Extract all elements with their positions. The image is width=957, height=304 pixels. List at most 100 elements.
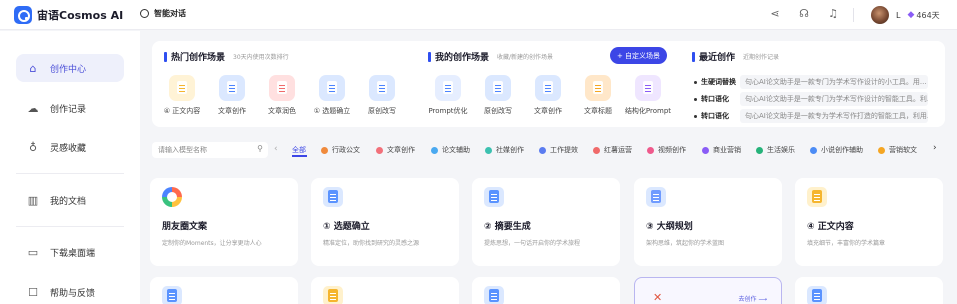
category-tab[interactable]: 社媒创作 [485, 145, 524, 155]
hot-item[interactable]: 文章创作 [206, 75, 258, 116]
go-create-link[interactable]: 去创作 ⟶ [738, 294, 767, 303]
search-icon: ⚲ [257, 144, 263, 153]
category-tab[interactable]: 论文辅助 [431, 145, 470, 155]
category-label: 生活娱乐 [767, 146, 795, 154]
category-tab[interactable]: 视频创作 [647, 145, 686, 155]
card-title: ③ 大纲规划 [646, 222, 693, 232]
credits-value: 464天 [916, 10, 940, 20]
category-dot-icon [321, 146, 328, 154]
card-title: ① 选题确立 [323, 222, 370, 232]
sidebar-item-label: 我的文档 [50, 196, 87, 207]
sidebar-item-label: 创作记录 [50, 104, 87, 115]
document-icon [484, 286, 504, 304]
scene-card[interactable] [150, 277, 298, 304]
hot-item[interactable]: 原创改写 [356, 75, 408, 116]
category-label: 行政公文 [332, 146, 360, 154]
sidebar-item-label: 下载桌面端 [50, 248, 96, 259]
sidebar-item-label: 灵感收藏 [50, 143, 87, 154]
sidebar-item-label: 创作中心 [50, 64, 87, 75]
card-desc: 填充细节，丰富你的学术篇章 [807, 240, 886, 247]
mine-item[interactable]: 文章创作 [522, 75, 574, 116]
scene-card[interactable] [311, 277, 459, 304]
category-all[interactable]: 全部 [292, 145, 306, 155]
divider [853, 8, 854, 22]
hot-title-text: 热门创作场景 [171, 53, 226, 63]
avatar[interactable] [871, 6, 889, 24]
card-desc: 架构思维，筑起你的学术蓝图 [646, 240, 725, 247]
headset-icon[interactable]: ☊ [798, 8, 810, 20]
sidebar-item-help[interactable]: ☐ 帮助与反馈 [16, 278, 124, 304]
category-dot-icon [431, 146, 438, 154]
credits-badge[interactable]: ◆ 464天 [907, 10, 939, 21]
hot-subtitle: 30天内使用次数排行 [233, 54, 289, 61]
hot-item-label: ① 选题确立 [313, 107, 351, 115]
cloud-icon: ☁ [27, 101, 39, 115]
category-dot-icon [539, 146, 546, 154]
hot-item[interactable]: ④ 正文内容 [156, 75, 208, 116]
share-icon[interactable]: ⋖ [769, 8, 781, 20]
scene-card[interactable] [795, 277, 943, 304]
scene-card[interactable] [472, 277, 620, 304]
mine-item-label: 文章创作 [534, 107, 562, 115]
category-tab[interactable]: 营销软文 [878, 145, 917, 155]
category-dot-icon [756, 146, 763, 154]
hot-item-label: 原创改写 [368, 107, 396, 115]
book-icon: ▥ [27, 193, 39, 207]
logo-icon [14, 6, 32, 24]
sidebar-item-documents[interactable]: ▥ 我的文档 [16, 186, 124, 214]
scene-card-hover[interactable]: ✕ 去创作 ⟶ [634, 277, 782, 304]
scene-card[interactable]: ② 摘要生成 提炼思想，一句话开启你的学术旅程 [472, 178, 620, 266]
home-icon: ⌂ [29, 61, 37, 75]
hot-item[interactable]: ① 选题确立 [306, 75, 358, 116]
recent-item[interactable]: 生硬词替换 句心AI论文助手是一款专门为学术写作设计的小工具。用... [694, 75, 928, 89]
category-tab[interactable]: 小说创作辅助 [810, 145, 863, 155]
sidebar-item-favorites[interactable]: ♁ 灵感收藏 [16, 133, 124, 161]
category-dot-icon [702, 146, 709, 154]
recent-item[interactable]: 转口语化 句心AI论文助手是一款专为学术写作打造的智能工具，利用... [694, 109, 928, 123]
sidebar-item-history[interactable]: ☁ 创作记录 [16, 94, 124, 122]
edit-icon [485, 75, 511, 101]
star-icon [635, 75, 661, 101]
sidebar-item-creation-center[interactable]: ⌂ 创作中心 [16, 54, 124, 82]
recent-item-text: 句心AI论文助手是一款专门为学术写作设计的智能工具。利... [740, 92, 928, 106]
category-tab[interactable]: 生活娱乐 [756, 145, 795, 155]
category-tab[interactable]: 行政公文 [321, 145, 360, 155]
sidebar: ⌂ 创作中心 ☁ 创作记录 ♁ 灵感收藏 ▥ 我的文档 ▭ 下载桌面端 ☐ 帮助与反馈 [0, 31, 140, 304]
hot-item[interactable]: 文章润色 [256, 75, 308, 116]
category-tab[interactable]: 商业营销 [702, 145, 741, 155]
bullet [694, 97, 697, 101]
recent-item[interactable]: 转口语化 句心AI论文助手是一款专门为学术写作设计的智能工具。利... [694, 92, 928, 106]
cross-icon: ✕ [653, 291, 663, 304]
book-icon [269, 75, 295, 101]
mine-item[interactable]: 原创改写 [472, 75, 524, 116]
user-menu[interactable]: L ◆ 464天 [871, 6, 940, 24]
add-scene-button[interactable]: + 自定义场景 [610, 47, 667, 64]
scene-card[interactable]: ④ 正文内容填充细节，丰富你的学术篇章 [795, 178, 943, 266]
category-tab[interactable]: 工作提效 [539, 145, 578, 155]
category-tab[interactable]: 红薯运营 [593, 145, 632, 155]
scene-card[interactable]: ③ 大纲规划架构思维，筑起你的学术蓝图 [634, 178, 782, 266]
page-title-text: 智能对话 [154, 9, 186, 18]
sidebar-item-download[interactable]: ▭ 下载桌面端 [16, 238, 124, 266]
recent-item-tag: 生硬词替换 [701, 78, 736, 86]
card-desc: 精准定位，助你找到研究的灵感之源 [323, 240, 420, 247]
category-dot-icon [593, 146, 600, 154]
mine-item[interactable]: Prompt优化 [422, 75, 474, 116]
mine-item[interactable]: 结构化Prompt [622, 75, 674, 116]
category-dot-icon [376, 146, 383, 154]
model-search-input[interactable]: 请输入模型名称 ⚲ [152, 142, 268, 158]
brand[interactable]: 宙语Cosmos AI [14, 6, 123, 24]
scene-card[interactable]: ① 选题确立精准定位，助你找到研究的灵感之源 [311, 178, 459, 266]
category-tab[interactable]: 文章创作 [376, 145, 415, 155]
help-icon: ☐ [28, 285, 38, 299]
bell-icon[interactable]: ♫ [827, 8, 839, 20]
category-dot-icon [647, 146, 654, 154]
bulb-icon: ♁ [28, 140, 38, 154]
chevron-right-icon[interactable]: › [933, 143, 937, 153]
mine-item[interactable]: 文章标题 [572, 75, 624, 116]
scene-card[interactable]: 朋友圈文案 定制你的Moments，让分享更动人心 [150, 178, 298, 266]
chevron-left-icon[interactable]: ‹ [274, 144, 278, 154]
page-title: 智能对话 [140, 8, 186, 19]
card-title: ④ 正文内容 [807, 222, 854, 232]
recent-item-tag: 转口语化 [701, 112, 729, 120]
